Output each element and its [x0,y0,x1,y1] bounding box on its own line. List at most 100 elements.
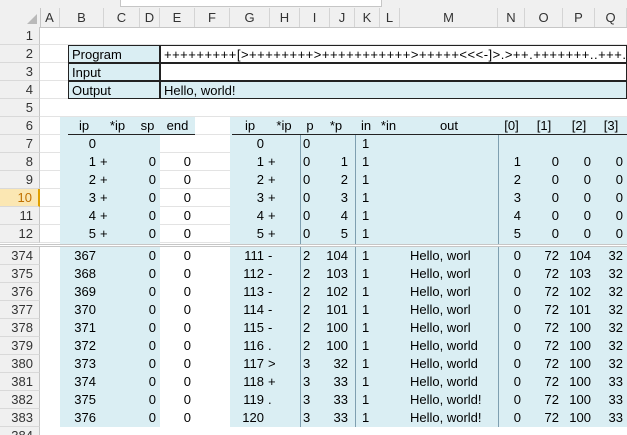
cell-ipc [100,135,115,153]
cell-m3 [595,135,627,153]
row-header-7[interactable]: 7 [0,135,40,153]
table-header-right-5: *in [377,117,400,135]
cell-pv: 101 [326,302,348,317]
cell-pv: 5 [340,226,348,241]
column-separator [300,247,301,427]
cell-out: Hello, world [410,356,478,371]
row-header-2[interactable]: 2 [0,45,40,63]
row-header-378[interactable]: 378 [0,319,40,337]
row-header-381[interactable]: 381 [0,373,40,391]
column-header-b[interactable]: B [60,8,104,27]
column-header-g[interactable]: G [230,8,270,27]
cell-pv: 32 [333,356,348,371]
column-header-h[interactable]: H [270,8,300,27]
output-field[interactable]: Hello, world! [160,81,627,99]
cell-m0: 0 [513,338,521,353]
column-header-o[interactable]: O [525,8,563,27]
column-header-e[interactable]: E [160,8,195,27]
table-header-left-3: end [160,117,195,135]
row-header-9[interactable]: 9 [0,171,40,189]
row-header-6[interactable]: 6 [0,117,40,135]
row-header-384[interactable]: 384 [0,427,40,435]
cell-in: 1 [362,226,370,241]
cell-ip2c: + [268,172,276,187]
cell-p: 2 [303,338,311,353]
cell-m3: 0 [615,154,623,169]
input-field[interactable] [160,63,627,81]
cell-m0: 0 [513,410,521,425]
cell-ip2: 118 [243,374,264,389]
cell-in: 1 [362,284,370,299]
column-header-l[interactable]: L [380,8,400,27]
column-header-p[interactable]: P [563,8,595,27]
cell-m3: 0 [615,226,623,241]
table-header-right-9: [2] [563,117,595,135]
row-header-375[interactable]: 375 [0,265,40,283]
frozen-pane-divider[interactable] [0,244,627,247]
cell-ip: 372 [74,338,96,353]
cell-ip2c: > [268,356,276,371]
cell-p: 2 [303,266,311,281]
spreadsheet: ABCDEFGHIJKLMNOPQ 1 2 3 4 5 6 7 8 9 10 11 12 374 375 3… [0,0,627,435]
row-header-12[interactable]: 12 [0,225,40,243]
row-header-377[interactable]: 377 [0,301,40,319]
cell-sp: 0 [148,226,156,241]
column-separator [300,117,301,244]
row-header-376[interactable]: 376 [0,283,40,301]
cell-end: 0 [183,284,191,299]
column-header-f[interactable]: F [195,8,230,27]
cell-out [410,135,498,153]
row-header-5[interactable]: 5 [0,99,40,117]
program-label: Program [68,45,160,63]
column-header-n[interactable]: N [498,8,525,27]
cell-inc [380,171,400,189]
row-header-10[interactable]: 10 [0,189,40,207]
column-header-j[interactable]: J [330,8,355,27]
cell-out [410,153,498,171]
row-header-8[interactable]: 8 [0,153,40,171]
row-header-374[interactable]: 374 [0,247,40,265]
cell-out: Hello, worl [410,248,471,263]
cell-ip2: 113 [243,284,264,299]
cell-ip: 5 [88,226,96,241]
column-header-i[interactable]: I [300,8,330,27]
cell-sp [115,135,160,153]
row-header-3[interactable]: 3 [0,63,40,81]
cell-end: 0 [183,320,191,335]
cell-ipc: + [100,208,108,223]
output-label: Output [68,81,160,99]
cell-m3: 0 [615,208,623,223]
row-header-383[interactable]: 383 [0,409,40,427]
cell-in: 1 [362,302,370,317]
select-all-corner[interactable] [0,8,41,28]
row-header-379[interactable]: 379 [0,337,40,355]
program-field[interactable]: +++++++++[>++++++++>+++++++++++>+++++<<<… [160,45,627,63]
row-header-380[interactable]: 380 [0,355,40,373]
cell-ip2: 112 [243,266,264,281]
cell-end: 0 [183,154,191,169]
row-header-11[interactable]: 11 [0,207,40,225]
column-header-a[interactable]: A [40,8,60,27]
cell-pv: 33 [333,392,348,407]
column-header-k[interactable]: K [355,8,380,27]
cell-end: 0 [183,208,191,223]
cell-m2: 0 [583,226,591,241]
cell-m0: 0 [513,392,521,407]
cell-ip: 375 [74,392,96,407]
column-header-m[interactable]: M [400,8,498,27]
column-header-c[interactable]: C [104,8,140,27]
row-header-4[interactable]: 4 [0,81,40,99]
table-header-right-2: p [300,117,320,135]
column-header-q[interactable]: Q [595,8,627,27]
cell-ip: 3 [88,190,96,205]
column-header-d[interactable]: D [140,8,160,27]
cell-end: 0 [183,338,191,353]
row-header-382[interactable]: 382 [0,391,40,409]
cell-ip2c: + [268,226,276,241]
row-header-1[interactable]: 1 [0,27,40,45]
cell-m1: 0 [551,154,559,169]
cell-ip2: 117 [243,356,264,371]
table-header-right-8: [1] [525,117,563,135]
cell-ip: 373 [74,356,96,371]
cell-end: 0 [183,248,191,263]
